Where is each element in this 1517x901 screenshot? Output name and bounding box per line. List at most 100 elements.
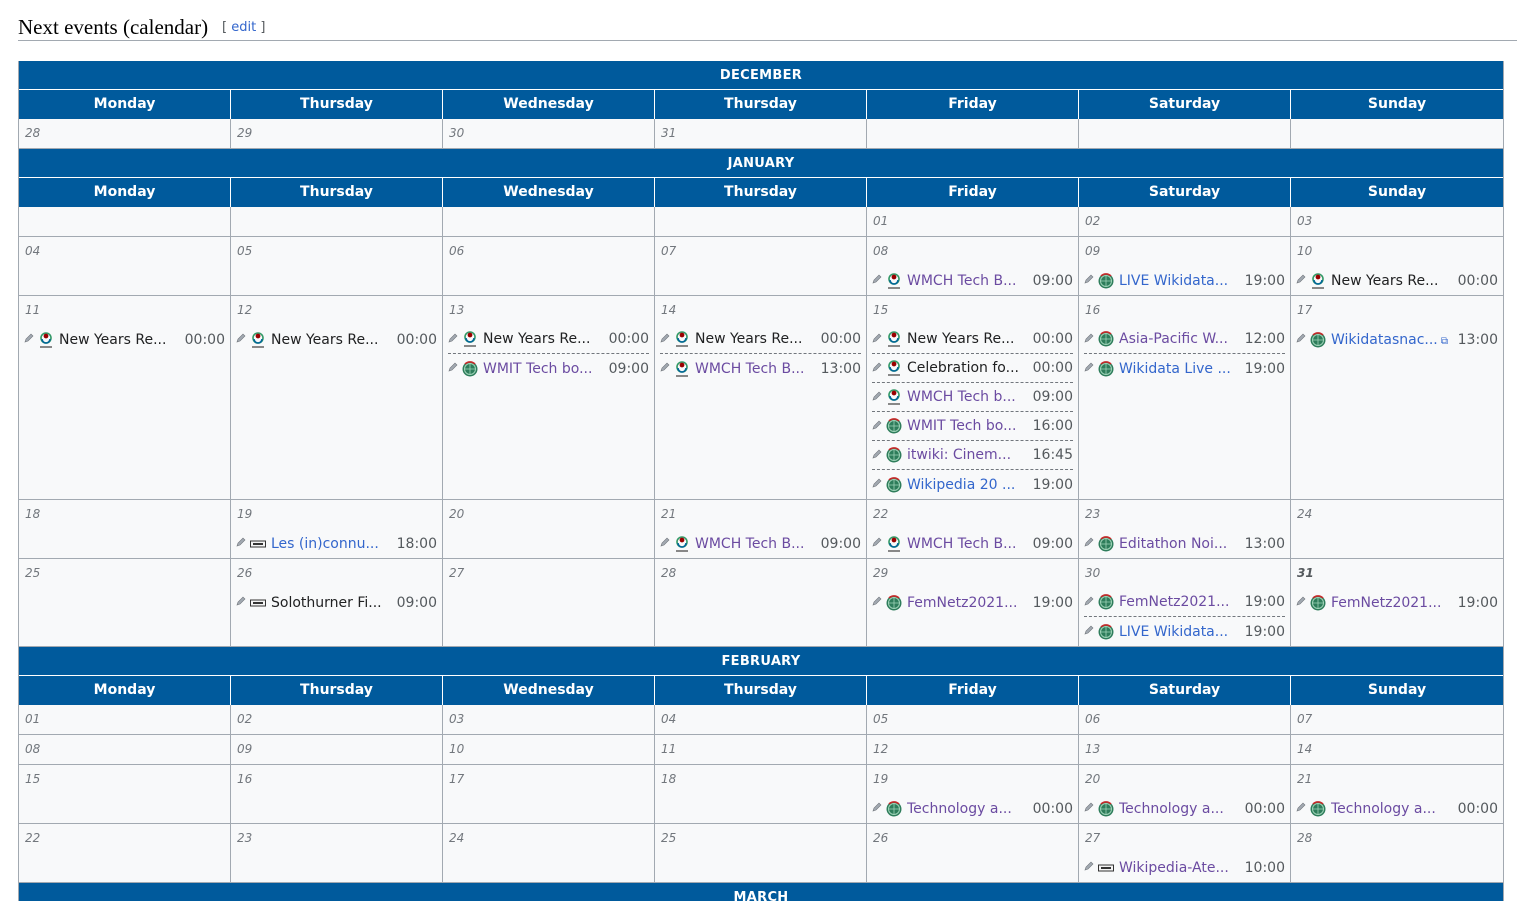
calendar-event[interactable]: itwiki: Cinem... 16:45 [872,441,1073,470]
calendar-event[interactable]: New Years Re... 00:00 [24,325,225,354]
event-title-link[interactable]: WMIT Tech bo... [907,418,1027,434]
pencil-icon[interactable] [1084,274,1097,287]
event-title-link[interactable]: Wikidata Live ... [1119,361,1239,377]
calendar-event[interactable]: FemNetz2021... 19:00 [1084,588,1285,617]
calendar-event[interactable]: Wikidatasnac... ⧉ 13:00 [1296,325,1498,354]
week-row: 18 19 Les (in)connu... 18:00 20 21 WMCH Tech B… [19,500,1503,559]
pencil-icon[interactable] [872,391,885,404]
calendar-event[interactable]: Editathon Noi... 13:00 [1084,529,1285,558]
edit-link[interactable]: edit [231,20,256,35]
pencil-icon[interactable] [872,274,885,287]
event-title-link[interactable]: LIVE Wikidata... [1119,273,1239,289]
pencil-icon[interactable] [1084,802,1097,815]
event-title-link[interactable]: WMCH Tech B... [695,361,815,377]
event-title-link[interactable]: itwiki: Cinem... [907,447,1027,463]
pencil-icon[interactable] [660,333,673,346]
event-title-link[interactable]: FemNetz2021... [1331,595,1452,611]
day-cell: 08 WMCH Tech B... 09:00 [867,237,1079,295]
pencil-icon[interactable] [1296,596,1309,609]
calendar-event[interactable]: New Years Re... 00:00 [660,325,861,354]
pencil-icon[interactable] [1296,802,1309,815]
event-title-link[interactable]: WMCH Tech b... [907,389,1027,405]
event-title-link[interactable]: FemNetz2021... [1119,594,1239,610]
day-cell: 18 [19,500,231,558]
calendar-event[interactable]: FemNetz2021... 19:00 [1296,588,1498,617]
pencil-icon[interactable] [872,802,885,815]
event-title-link[interactable]: Wikipedia 20 ... [907,477,1027,493]
calendar-event[interactable]: WMCH Tech b... 09:00 [872,383,1073,412]
event-title-link[interactable]: New Years Re... [271,332,391,348]
pencil-icon[interactable] [660,362,673,375]
pencil-icon[interactable] [236,537,249,550]
calendar-event[interactable]: LIVE Wikidata... 19:00 [1084,617,1285,646]
event-title-link[interactable]: New Years Re... [483,331,603,347]
pencil-icon[interactable] [24,333,37,346]
calendar-event[interactable]: WMIT Tech bo... 16:00 [872,412,1073,441]
calendar-event[interactable]: New Years Re... 00:00 [236,325,437,354]
event-title-link[interactable]: WMCH Tech B... [695,536,815,552]
event-title-link[interactable]: New Years Re... [1331,273,1452,289]
event-title-link[interactable]: Technology a... [1331,801,1452,817]
pencil-icon[interactable] [872,478,885,491]
event-title-link[interactable]: Technology a... [1119,801,1239,817]
calendar-event[interactable]: New Years Re... 00:00 [872,325,1073,354]
calendar-event[interactable]: Wikidata Live ... 19:00 [1084,354,1285,383]
event-title-link[interactable]: New Years Re... [907,331,1027,347]
day-number: 17 [1297,303,1313,317]
event-title-link[interactable]: Asia-Pacific W... [1119,331,1239,347]
calendar-event[interactable]: WMIT Tech bo... 09:00 [448,354,649,383]
event-title-link[interactable]: New Years Re... [695,331,815,347]
pencil-icon[interactable] [872,449,885,462]
calendar-event[interactable]: LIVE Wikidata... 19:00 [1084,266,1285,295]
calendar-event[interactable]: New Years Re... 00:00 [1296,266,1498,295]
pencil-icon[interactable] [660,537,673,550]
pencil-icon[interactable] [448,362,461,375]
calendar-event[interactable]: WMCH Tech B... 09:00 [872,266,1073,295]
event-title-link[interactable]: LIVE Wikidata... [1119,624,1239,640]
pencil-icon[interactable] [872,596,885,609]
calendar-event[interactable]: Les (in)connu... 18:00 [236,529,437,558]
event-title-link[interactable]: WMCH Tech B... [907,273,1027,289]
event-title-link[interactable]: WMCH Tech B... [907,536,1027,552]
pencil-icon[interactable] [236,333,249,346]
calendar-event[interactable]: Celebration fo... 00:00 [872,354,1073,383]
pencil-icon[interactable] [1084,537,1097,550]
pencil-icon[interactable] [872,420,885,433]
event-title-link[interactable]: New Years Re... [59,332,179,348]
event-title-link[interactable]: Celebration fo... [907,360,1027,376]
calendar-event[interactable]: Technology a... 00:00 [1084,794,1285,823]
event-title-link[interactable]: WMIT Tech bo... [483,361,603,377]
pencil-icon[interactable] [872,362,885,375]
day-number: 21 [1297,772,1313,786]
calendar-event[interactable]: FemNetz2021... 19:00 [872,588,1073,617]
event-title-link[interactable]: FemNetz2021... [907,595,1027,611]
pencil-icon[interactable] [1084,596,1097,609]
event-title-link[interactable]: Wikipedia-Ate... [1119,860,1239,876]
calendar-event[interactable]: Solothurner Fi... 09:00 [236,588,437,617]
event-title-link[interactable]: Editathon Noi... [1119,536,1239,552]
pencil-icon[interactable] [1296,333,1309,346]
calendar-event[interactable]: WMCH Tech B... 13:00 [660,354,861,383]
pencil-icon[interactable] [236,596,249,609]
calendar-event[interactable]: Wikipedia-Ate... 10:00 [1084,853,1285,882]
calendar-event[interactable]: Wikipedia 20 ... 19:00 [872,470,1073,499]
pencil-icon[interactable] [872,537,885,550]
pencil-icon[interactable] [1084,333,1097,346]
calendar-event[interactable]: Technology a... 00:00 [872,794,1073,823]
calendar-event[interactable]: Technology a... 00:00 [1296,794,1498,823]
pencil-icon[interactable] [1084,362,1097,375]
pencil-icon[interactable] [448,333,461,346]
event-title-link[interactable]: Solothurner Fi... [271,595,391,611]
wmch-icon [673,535,691,553]
event-title-link[interactable]: Wikidatasnac... ⧉ [1331,332,1452,348]
event-title-link[interactable]: Les (in)connu... [271,536,391,552]
calendar-event[interactable]: WMCH Tech B... 09:00 [660,529,861,558]
pencil-icon[interactable] [1084,861,1097,874]
pencil-icon[interactable] [1296,274,1309,287]
calendar-event[interactable]: New Years Re... 00:00 [448,325,649,354]
calendar-event[interactable]: Asia-Pacific W... 12:00 [1084,325,1285,354]
pencil-icon[interactable] [872,333,885,346]
pencil-icon[interactable] [1084,625,1097,638]
calendar-event[interactable]: WMCH Tech B... 09:00 [872,529,1073,558]
event-title-link[interactable]: Technology a... [907,801,1027,817]
